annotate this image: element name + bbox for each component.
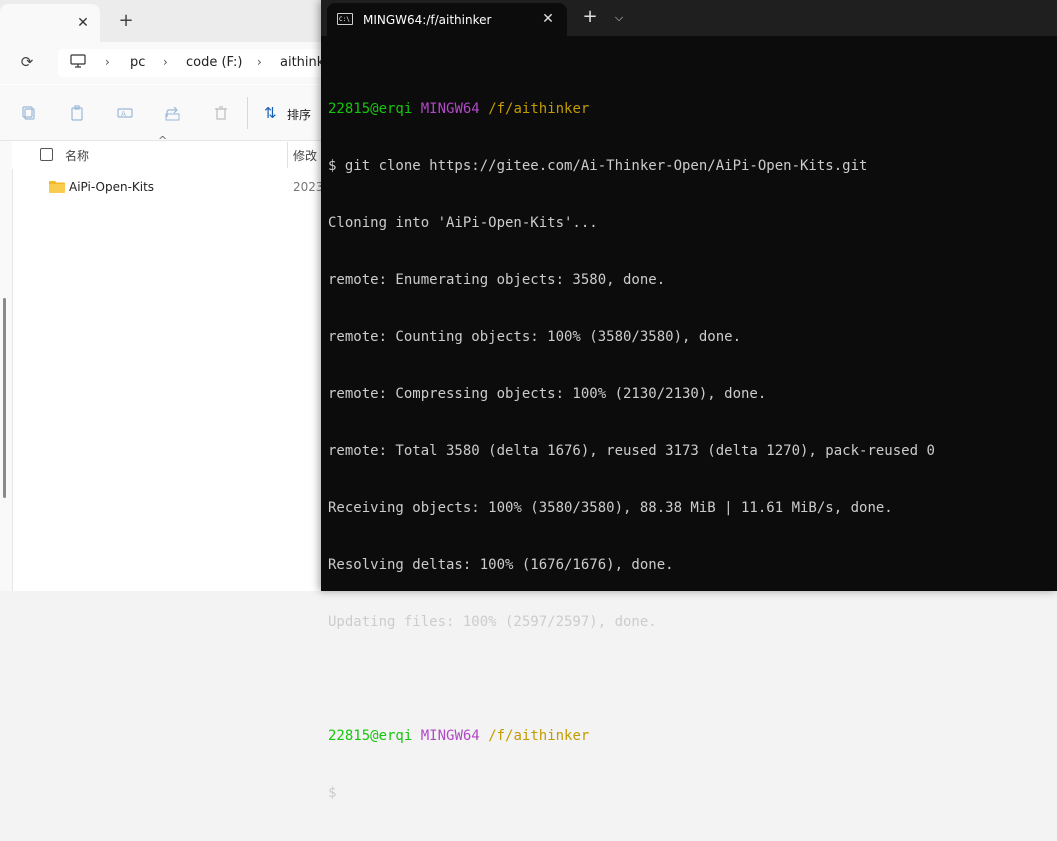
input-line[interactable]: $: [328, 784, 1050, 803]
chevron-right-icon[interactable]: ›: [105, 56, 110, 68]
scrollbar-thumb[interactable]: [3, 298, 6, 498]
list-item-date: 2023: [293, 180, 321, 194]
breadcrumb-folder[interactable]: aithink: [280, 55, 321, 70]
delete-icon[interactable]: [213, 105, 229, 121]
refresh-icon[interactable]: ⟳: [19, 54, 35, 70]
prompt-path: /f/aithinker: [488, 728, 590, 744]
terminal-tab-bar: C:\ MINGW64:/f/aithinker ✕ + ⌵: [321, 0, 1057, 36]
column-header-name[interactable]: 名称: [65, 147, 89, 164]
output-line: remote: Compressing objects: 100% (2130/…: [328, 386, 767, 402]
file-explorer-window: ✕ + ⟳ › pc › code (F:) › aithink A ⇅ 排序: [0, 0, 321, 591]
output-line: Cloning into 'AiPi-Open-Kits'...: [328, 215, 598, 231]
new-tab-button[interactable]: +: [118, 12, 134, 30]
sort-icon[interactable]: ⇅: [264, 105, 280, 121]
prompt-path: /f/aithinker: [488, 101, 590, 117]
chevron-right-icon[interactable]: ›: [257, 56, 262, 68]
prompt-line: 22815@erqi MINGW64 /f/aithinker: [328, 100, 1050, 119]
column-header-modified[interactable]: 修改: [293, 147, 317, 164]
chevron-right-icon[interactable]: ›: [163, 56, 168, 68]
terminal-window[interactable]: C:\ MINGW64:/f/aithinker ✕ + ⌵ 22815@erq…: [321, 0, 1057, 801]
svg-text:A: A: [121, 110, 126, 118]
prompt-line: 22815@erqi MINGW64 /f/aithinker: [328, 727, 1050, 746]
output-line: Resolving deltas: 100% (1676/1676), done…: [328, 557, 674, 573]
explorer-tab-bar: ✕ +: [0, 0, 321, 42]
computer-icon[interactable]: [70, 54, 86, 68]
prompt-user: 22815@erqi: [328, 101, 413, 117]
terminal-output[interactable]: 22815@erqi MINGW64 /f/aithinker $ git cl…: [328, 62, 1050, 841]
new-tab-button[interactable]: +: [582, 8, 598, 26]
command-line: $ git clone https://gitee.com/Ai-Thinker…: [328, 158, 868, 174]
sort-button-label[interactable]: 排序: [287, 106, 311, 123]
prompt-user: 22815@erqi: [328, 728, 413, 744]
chevron-down-icon[interactable]: ⌵: [612, 11, 626, 25]
terminal-tab[interactable]: C:\ MINGW64:/f/aithinker ✕: [327, 3, 567, 36]
close-icon[interactable]: ✕: [76, 16, 90, 30]
navigation-pane: [0, 141, 13, 591]
breadcrumb-pc[interactable]: pc: [130, 55, 145, 70]
output-line: remote: Counting objects: 100% (3580/358…: [328, 329, 742, 345]
sort-caret-icon: ^: [158, 134, 168, 147]
breadcrumb-drive[interactable]: code (F:): [186, 55, 242, 70]
share-icon[interactable]: [165, 105, 181, 121]
output-line: remote: Enumerating objects: 3580, done.: [328, 272, 666, 288]
output-line: Updating files: 100% (2597/2597), done.: [328, 614, 657, 630]
output-line: remote: Total 3580 (delta 1676), reused …: [328, 443, 935, 459]
explorer-tab[interactable]: ✕: [0, 4, 100, 42]
toolbar-divider: [247, 97, 248, 129]
prompt-env: MINGW64: [420, 101, 480, 117]
copy-icon[interactable]: [21, 105, 37, 121]
terminal-tab-title: MINGW64:/f/aithinker: [363, 13, 492, 27]
close-icon[interactable]: ✕: [540, 11, 556, 27]
terminal-icon: C:\: [337, 13, 353, 25]
paste-icon[interactable]: [69, 105, 85, 121]
folder-icon[interactable]: [49, 181, 65, 193]
select-all-checkbox[interactable]: [40, 148, 53, 161]
column-divider[interactable]: [287, 142, 288, 168]
rename-icon[interactable]: A: [117, 105, 133, 121]
prompt-env: MINGW64: [420, 728, 480, 744]
list-item-name[interactable]: AiPi-Open-Kits: [69, 180, 154, 194]
output-line: Receiving objects: 100% (3580/3580), 88.…: [328, 500, 893, 516]
